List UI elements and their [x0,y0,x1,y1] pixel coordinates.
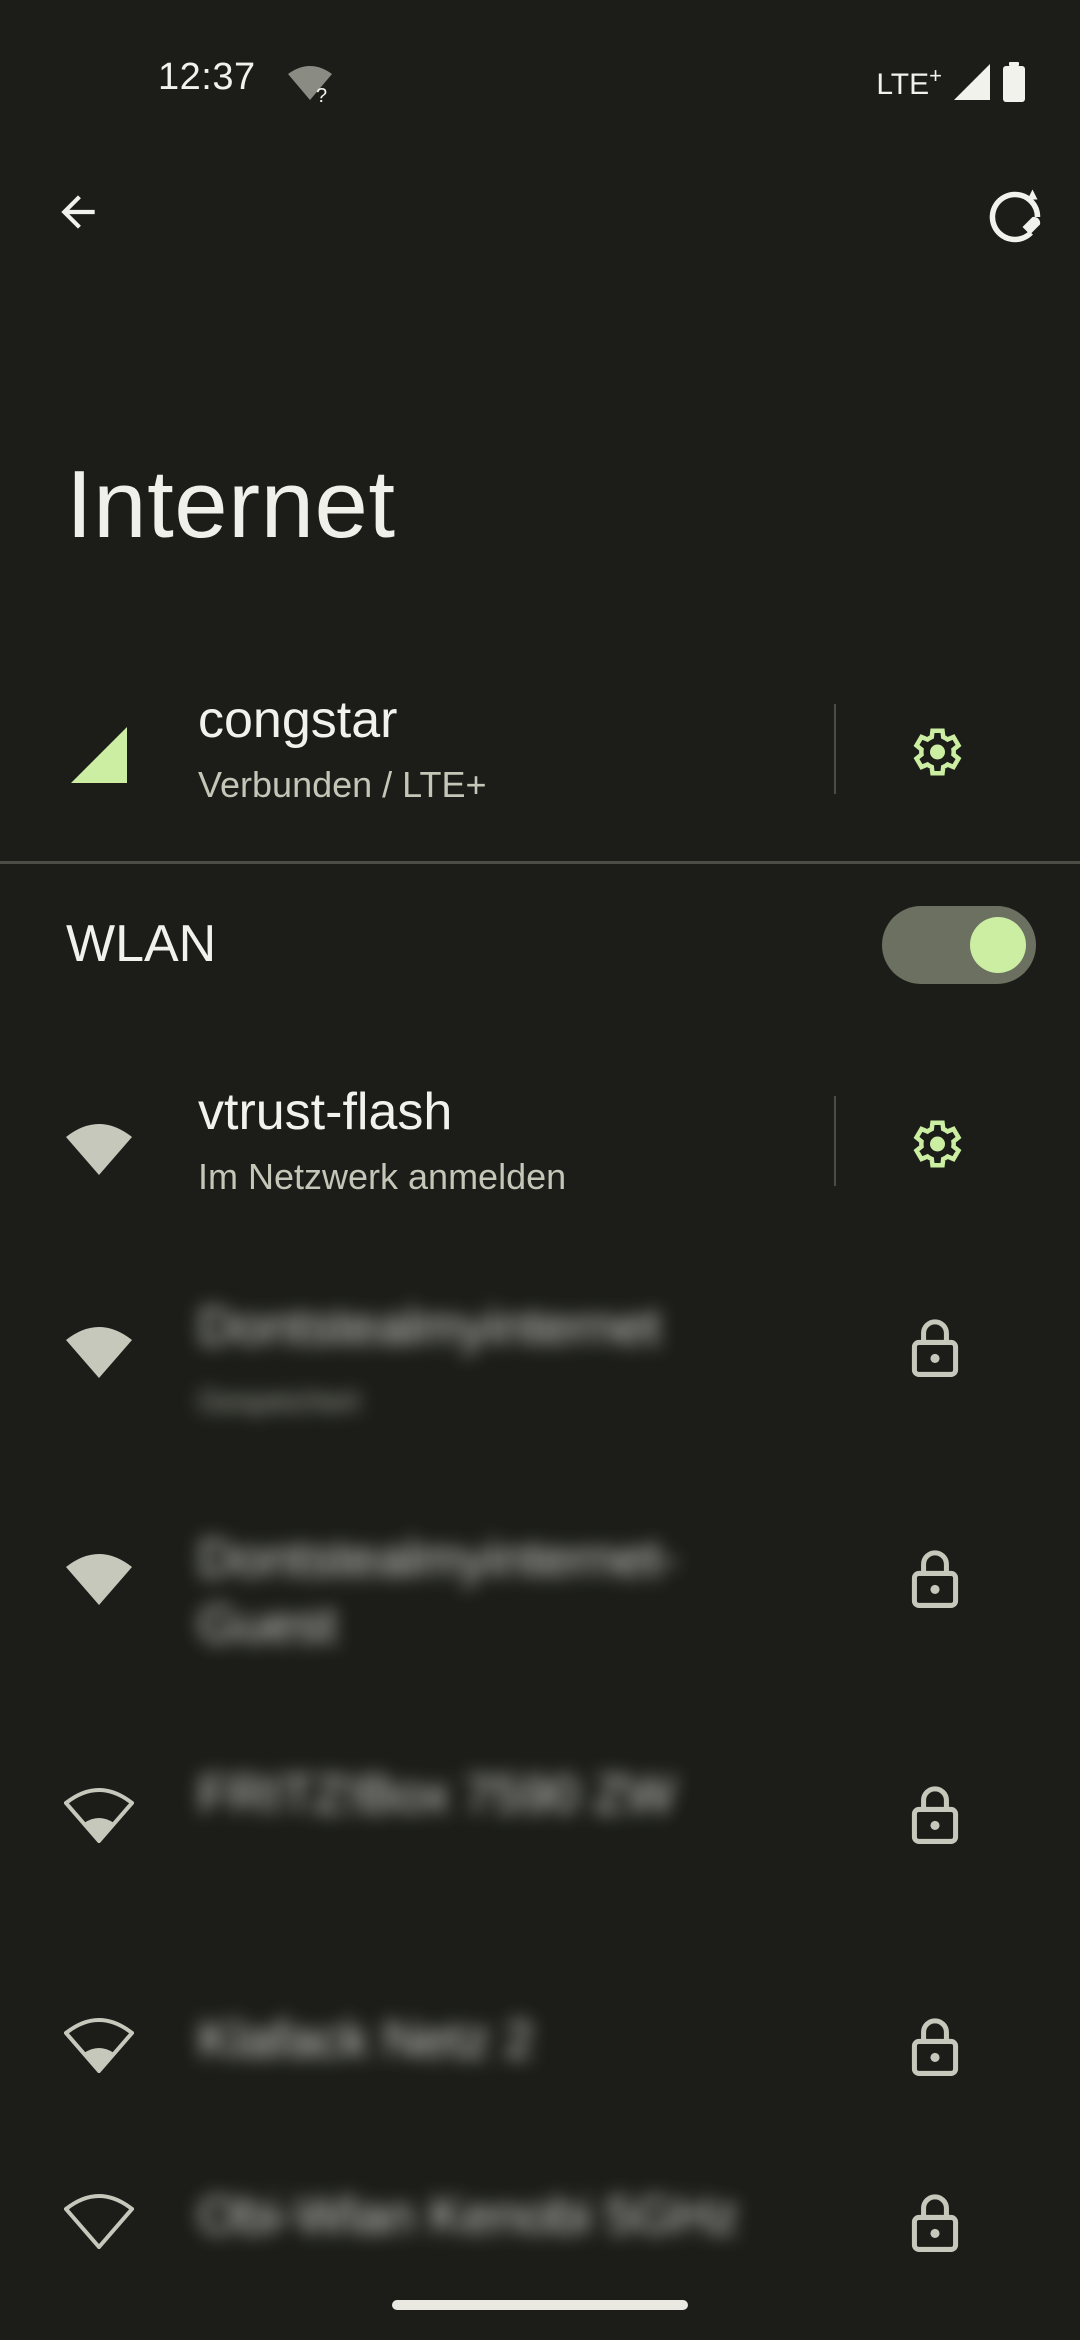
battery-icon [1003,62,1025,102]
back-button[interactable] [48,182,108,242]
mobile-network-row[interactable]: congstar Verbunden / LTE+ [0,690,1080,810]
network-settings-button[interactable] [895,1104,975,1184]
wifi-medium-icon [64,1778,134,1848]
wlan-toggle[interactable] [882,906,1036,984]
wifi-full-icon [64,1315,134,1385]
network-status: Im Netzwerk anmelden [198,1156,567,1197]
wifi-network-row[interactable]: FRITZ!Box 7590 ZW [0,1766,1080,1906]
lock-icon [895,1774,975,1854]
arrow-back-icon [61,195,95,229]
network-name: vtrust-flash [198,1083,453,1141]
network-reset-icon [989,189,1041,243]
wifi-full-icon [64,1112,134,1182]
network-name: FRITZ!Box 7590 ZW [198,1766,675,1824]
home-indicator[interactable] [392,2300,688,2310]
lock-icon [895,2182,975,2262]
network-type-label: LTE+ [876,62,942,101]
gear-icon [913,1120,962,1168]
network-reset-button[interactable] [980,182,1050,252]
status-time: 12:37 [158,56,256,98]
wifi-network-row[interactable]: Obi-Wlan Kenobi 5GHz [0,2176,1080,2276]
network-name: Dontstealmyinternet-Guest [198,1530,678,1654]
wifi-network-row[interactable]: vtrust-flash Im Netzwerk anmelden [0,1082,1080,1212]
cell-signal-icon [64,720,134,790]
mobile-network-status: Verbunden / LTE+ [198,764,487,805]
internet-settings-screen: 12:37 ? LTE+ Internet congstar Verbunden… [0,0,1080,2340]
row-divider [834,1096,836,1186]
wifi-unknown-icon: ? [288,66,332,104]
wifi-network-row[interactable]: Klafack Netz 2 [0,2000,1080,2100]
network-name: Dontstealmyinternet [198,1298,661,1356]
network-name: Klafack Netz 2 [198,2011,534,2069]
status-bar: 12:37 ? LTE+ [0,0,1080,160]
gear-icon [913,728,962,776]
svg-text:?: ? [316,85,327,104]
wifi-weak-icon [64,2184,134,2254]
lock-icon [895,1307,975,1387]
lock-icon [895,1538,975,1618]
wifi-network-row[interactable]: Dontstealmyinternet-Guest [0,1530,1080,1670]
mobile-settings-button[interactable] [895,712,975,792]
status-indicators: LTE+ [876,60,1026,104]
wlan-label: WLAN [66,915,217,973]
toggle-knob [970,917,1026,973]
cell-signal-icon [954,64,990,100]
wifi-medium-icon [64,2008,134,2078]
row-divider [834,704,836,794]
network-name: Obi-Wlan Kenobi 5GHz [198,2187,739,2245]
network-status: Gespeichert [198,1385,360,1418]
lock-icon [895,2006,975,2086]
wifi-network-row[interactable]: Dontstealmyinternet Gespeichert [0,1298,1080,1435]
section-divider [0,861,1080,864]
mobile-network-name: congstar [198,691,398,749]
wifi-full-icon [64,1542,134,1612]
page-title: Internet [66,451,396,558]
